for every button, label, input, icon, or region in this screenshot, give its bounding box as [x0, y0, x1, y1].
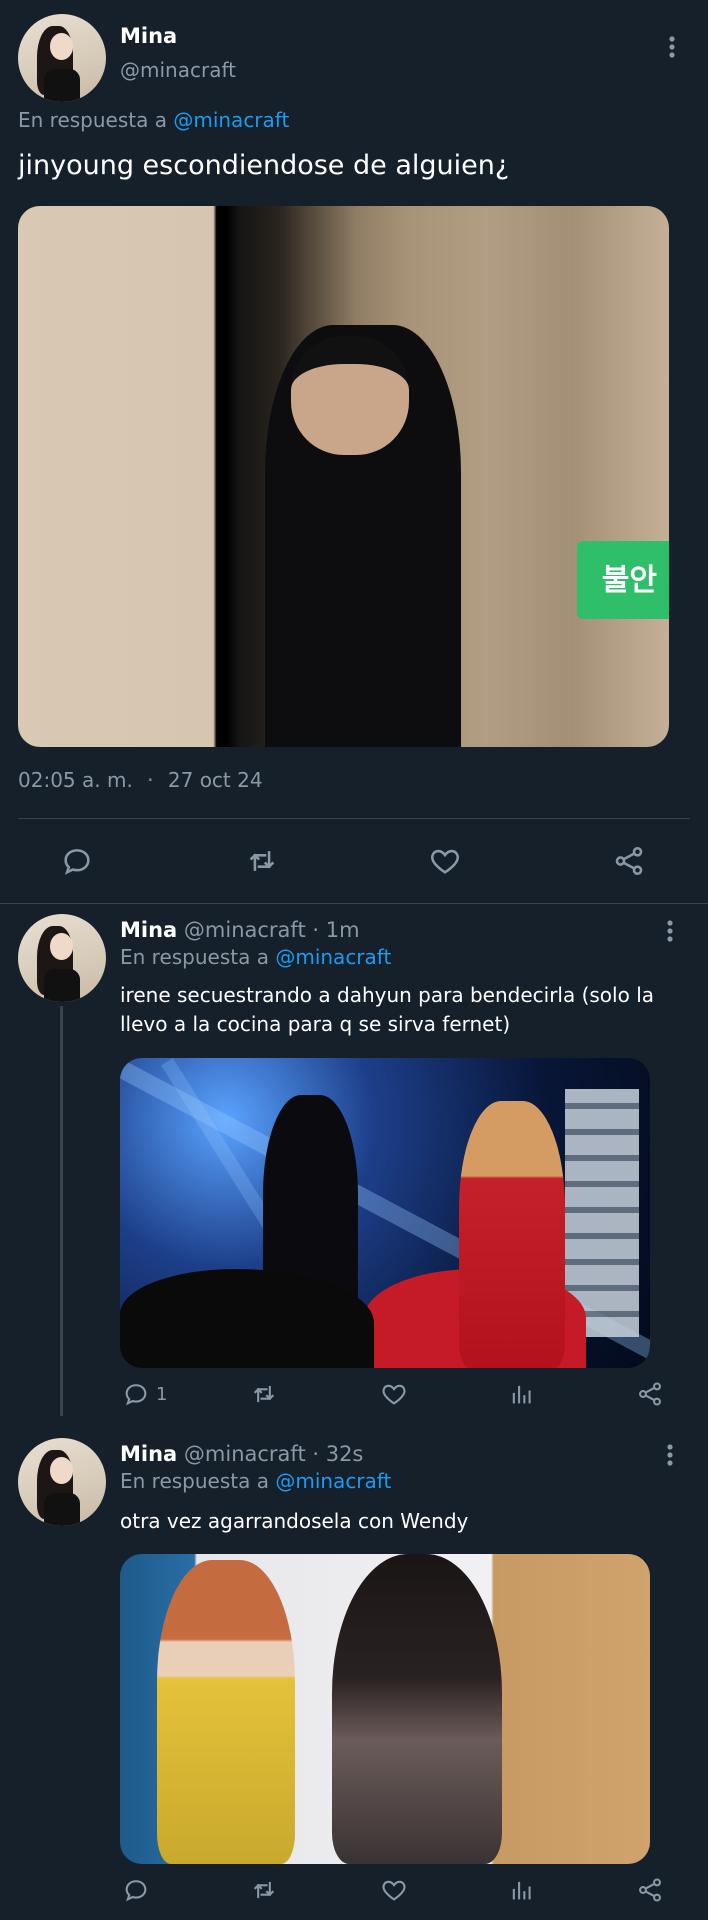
avatar[interactable]	[18, 14, 106, 102]
author-line: Mina @minacraft · 1m	[120, 918, 360, 942]
reply-to-link[interactable]: @minacraft	[275, 945, 391, 969]
author-name[interactable]: Mina	[120, 918, 177, 942]
reply-context: En respuesta a @minacraft	[18, 108, 289, 132]
tweet-time: 02:05 a. m.	[18, 768, 133, 792]
views-button[interactable]	[508, 1876, 536, 1904]
retweet-icon	[249, 1876, 279, 1904]
author-handle-time[interactable]: @minacraft · 32s	[184, 1442, 363, 1466]
more-options-button[interactable]	[658, 916, 682, 946]
tweet-text: jinyoung escondiendose de alguien¿	[18, 150, 510, 181]
author-handle[interactable]: @minacraft	[120, 58, 236, 82]
reply-button[interactable]	[60, 844, 94, 878]
reply-button[interactable]: 1	[122, 1380, 167, 1408]
reply-prefix: En respuesta a	[120, 1469, 269, 1493]
more-icon	[667, 920, 673, 942]
reply-prefix: En respuesta a	[120, 945, 269, 969]
more-icon	[669, 36, 675, 58]
share-icon	[636, 1380, 664, 1408]
like-button[interactable]	[380, 1876, 408, 1904]
like-button[interactable]	[428, 844, 462, 878]
divider	[18, 818, 690, 819]
more-options-button[interactable]	[658, 1440, 682, 1470]
more-icon	[667, 1444, 673, 1466]
reply-prefix: En respuesta a	[18, 108, 167, 132]
tweet-image[interactable]: 불안	[18, 206, 669, 747]
reply-count: 1	[156, 1383, 168, 1405]
share-button[interactable]	[612, 844, 646, 878]
tweet-image[interactable]	[120, 1554, 650, 1864]
tweet-text: irene secuestrando a dahyun para bendeci…	[120, 983, 655, 1036]
timestamp-separator: ·	[147, 768, 154, 792]
share-button[interactable]	[636, 1876, 664, 1904]
more-options-button[interactable]	[660, 32, 684, 62]
reply-icon	[60, 844, 94, 878]
retweet-button[interactable]	[249, 1876, 279, 1904]
like-icon	[428, 844, 462, 878]
share-icon	[636, 1876, 664, 1904]
main-tweet-header: Mina @minacraft	[18, 14, 690, 104]
like-icon	[380, 1876, 408, 1904]
views-icon	[508, 1380, 536, 1408]
retweet-button[interactable]	[244, 844, 280, 878]
reply-to-link[interactable]: @minacraft	[173, 108, 289, 132]
retweet-button[interactable]	[249, 1380, 279, 1408]
share-button[interactable]	[636, 1380, 664, 1408]
tweet-timestamp: 02:05 a. m. · 27 oct 24	[18, 768, 263, 792]
avatar[interactable]	[18, 914, 106, 1002]
author-name[interactable]: Mina	[120, 24, 177, 48]
tweet-date: 27 oct 24	[167, 768, 263, 792]
retweet-icon	[244, 844, 280, 878]
avatar[interactable]	[18, 1438, 106, 1526]
tweet-text: otra vez agarrandosela con Wendy	[120, 1509, 469, 1533]
retweet-icon	[249, 1380, 279, 1408]
views-icon	[508, 1876, 536, 1904]
image-caption: 불안	[601, 562, 657, 598]
like-icon	[380, 1380, 408, 1408]
reply-button[interactable]	[122, 1876, 156, 1904]
author-name[interactable]: Mina	[120, 1442, 177, 1466]
share-icon	[612, 844, 646, 878]
author-line: Mina @minacraft · 32s	[120, 1442, 363, 1466]
reply-icon	[122, 1876, 150, 1904]
reply-context: En respuesta a @minacraft	[120, 1469, 391, 1493]
divider	[0, 903, 708, 904]
tweet-image[interactable]	[120, 1058, 650, 1368]
like-button[interactable]	[380, 1380, 408, 1408]
views-button[interactable]	[508, 1380, 536, 1408]
reply-icon	[122, 1380, 150, 1408]
thread-line	[60, 1006, 63, 1416]
reply-context: En respuesta a @minacraft	[120, 945, 391, 969]
reply-to-link[interactable]: @minacraft	[275, 1469, 391, 1493]
author-handle-time[interactable]: @minacraft · 1m	[184, 918, 360, 942]
